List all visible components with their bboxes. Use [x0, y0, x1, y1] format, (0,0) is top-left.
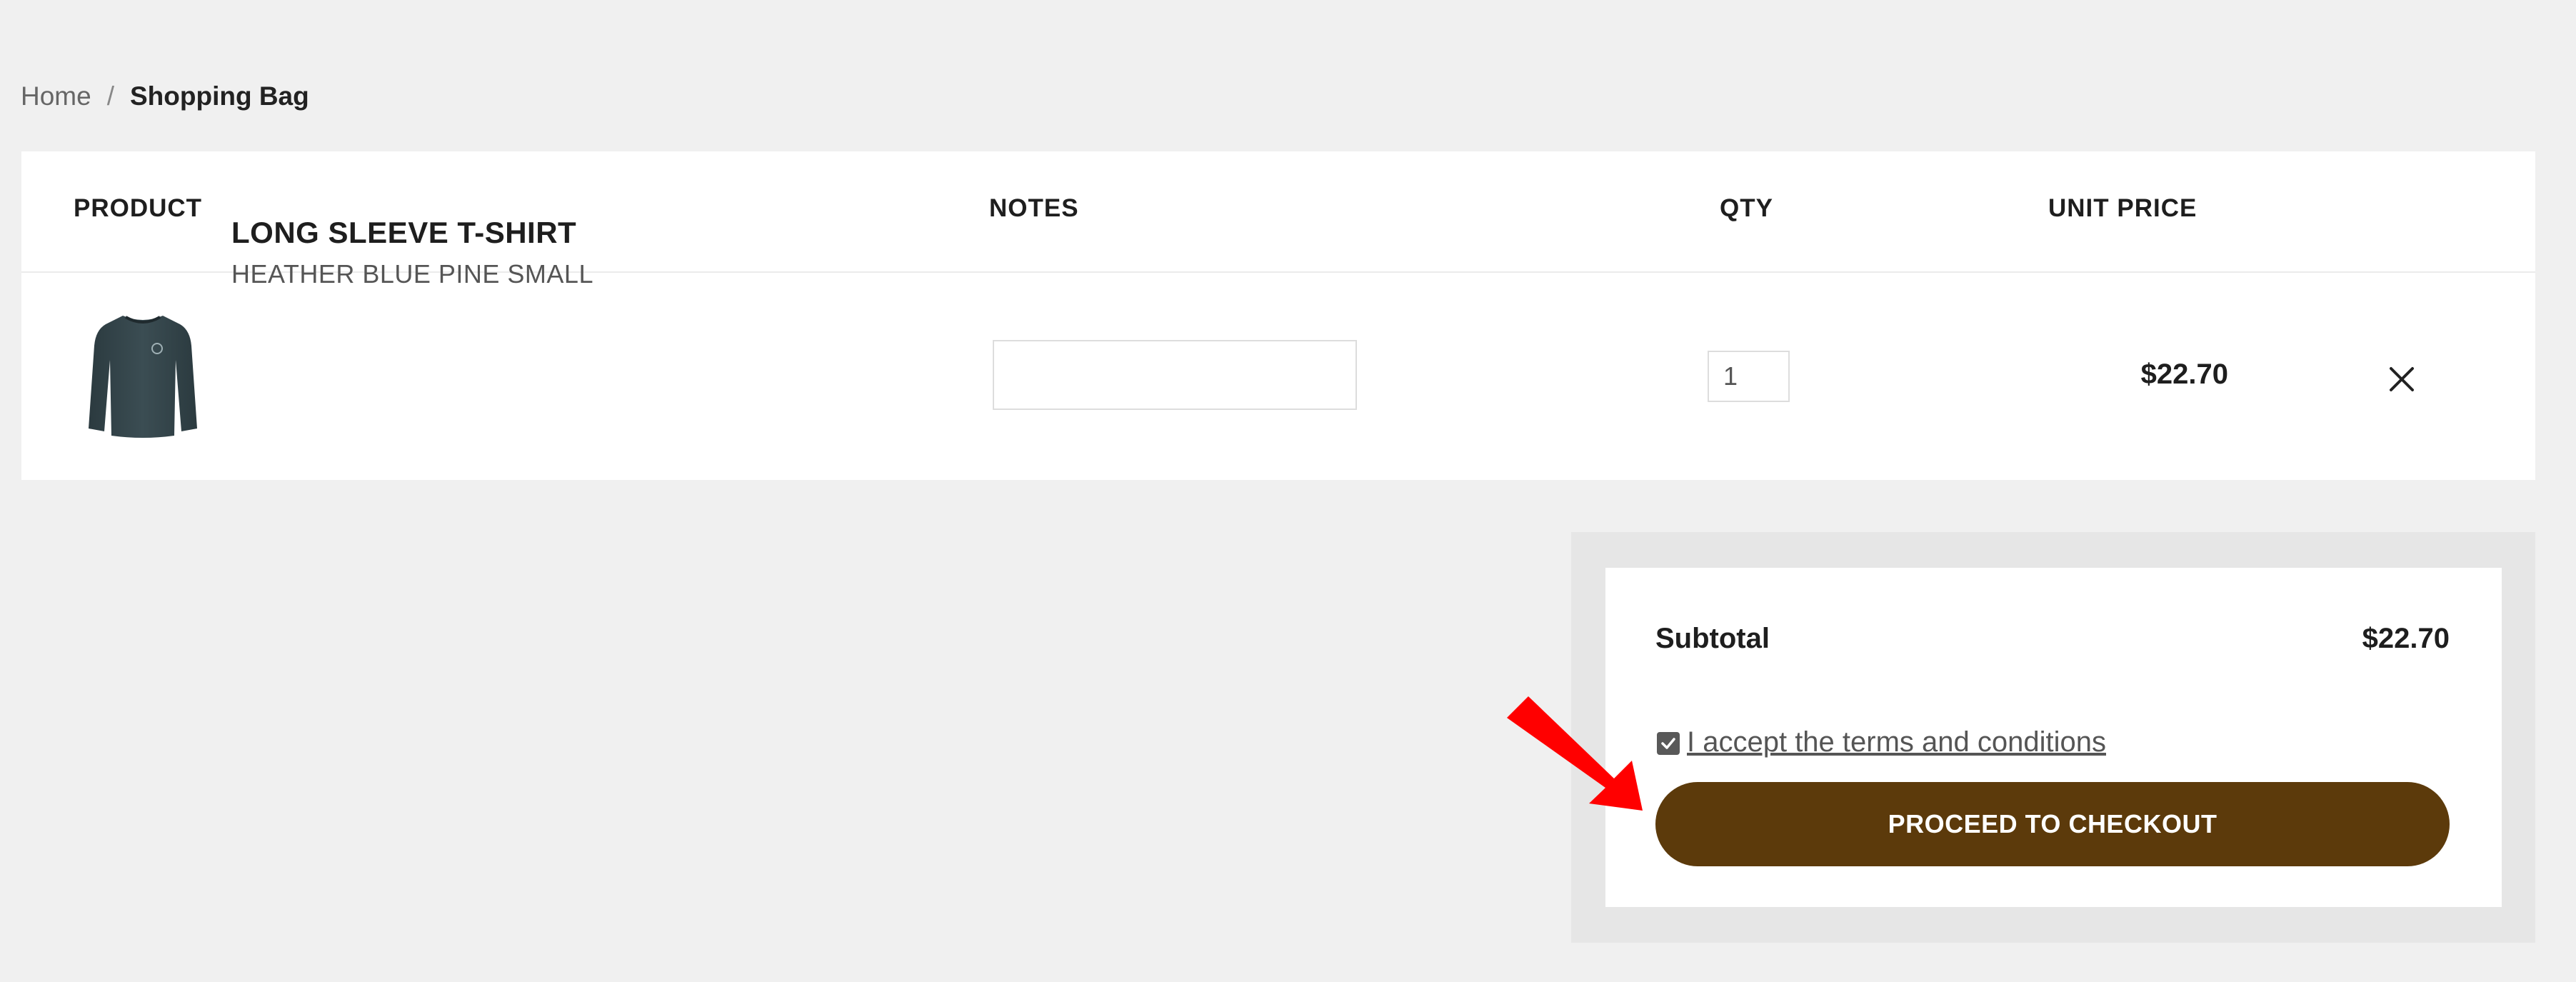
breadcrumb-home-link[interactable]: Home: [21, 81, 91, 111]
notes-input[interactable]: [993, 340, 1357, 410]
subtotal-value: $22.70: [2362, 623, 2450, 654]
product-name[interactable]: LONG SLEEVE T-SHIRT: [231, 216, 576, 250]
column-header-qty: QTY: [1720, 194, 1773, 222]
column-header-unit-price: UNIT PRICE: [2048, 194, 2197, 222]
column-header-notes: NOTES: [989, 194, 1079, 222]
subtotal-label: Subtotal: [1655, 623, 1770, 654]
proceed-to-checkout-button[interactable]: PROCEED TO CHECKOUT: [1655, 782, 2450, 866]
product-variant: HEATHER BLUE PINE SMALL: [231, 259, 593, 289]
long-sleeve-shirt-icon[interactable]: [86, 309, 200, 441]
close-icon[interactable]: [2384, 361, 2420, 397]
breadcrumb: Home / Shopping Bag: [21, 79, 309, 114]
breadcrumb-separator: /: [106, 81, 114, 111]
cart-table: PRODUCT NOTES QTY UNIT PRICE LONG SLEEVE…: [21, 151, 2535, 480]
breadcrumb-current: Shopping Bag: [129, 81, 309, 111]
annotation-arrow-icon: [1507, 696, 1643, 811]
unit-price: $22.70: [2140, 359, 2228, 390]
terms-and-conditions-link[interactable]: I accept the terms and conditions: [1687, 726, 2106, 758]
quantity-input[interactable]: [1708, 351, 1790, 402]
cart-table-header: PRODUCT NOTES QTY UNIT PRICE: [21, 151, 2535, 273]
column-header-product: PRODUCT: [74, 194, 203, 222]
